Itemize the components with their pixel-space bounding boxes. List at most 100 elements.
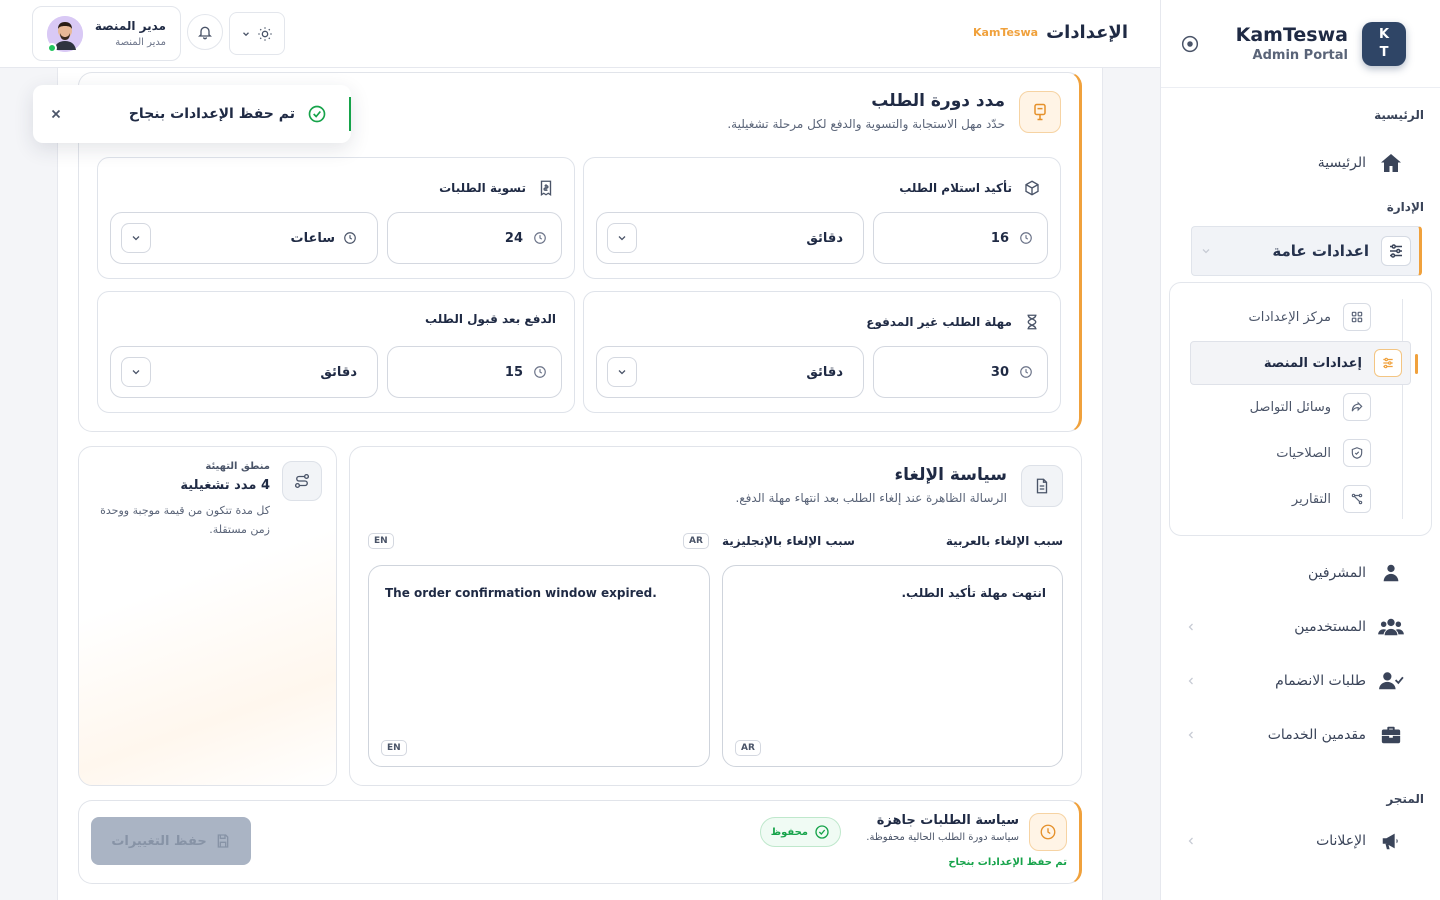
tile-label: الدفع بعد قبول الطلب xyxy=(425,312,556,326)
payment-value-input[interactable]: 15 xyxy=(387,346,562,398)
ar-reason-textarea[interactable]: انتهت مهلة تأكيد الطلب. AR xyxy=(722,565,1063,767)
sidebar-item-label: المستخدمين xyxy=(1294,619,1366,635)
chevron-down-icon[interactable] xyxy=(121,223,151,253)
confirm-unit-select[interactable]: دقائق xyxy=(596,212,864,264)
clock-icon xyxy=(1029,813,1067,851)
sidebar-item-general-settings[interactable]: اعدادات عامة xyxy=(1191,226,1422,276)
brand-subtitle: Admin Portal xyxy=(1252,48,1348,63)
section-subtitle: حدّد مهل الاستجابة والتسوية والدفع لكل م… xyxy=(727,117,1005,131)
unpaid-unit-select[interactable]: دقائق xyxy=(596,346,864,398)
user-menu[interactable]: مدير المنصة مدير المنصة xyxy=(32,6,181,61)
tile-payment-after-acceptance: الدفع بعد قبول الطلب 15 دقائق xyxy=(97,291,575,413)
payment-unit-select[interactable]: دقائق xyxy=(110,346,378,398)
target-icon[interactable] xyxy=(1179,33,1201,55)
config-logic-card: منطق التهيئة 4 مدد تشغيلية كل مدة تتكون … xyxy=(78,446,337,786)
sidebar-item-label: مقدمين الخدمات xyxy=(1267,727,1366,743)
sidebar-item-supervisors[interactable]: المشرفين xyxy=(1161,550,1440,596)
sidebar-item-label: الإعلانات xyxy=(1316,833,1366,849)
tile-label: تسوية الطلبات xyxy=(439,181,526,195)
settle-value-input[interactable]: 24 xyxy=(387,212,562,264)
brand-name: KamTeswa xyxy=(1235,24,1348,46)
chevron-left-icon xyxy=(1185,621,1197,633)
unpaid-value-input[interactable]: 30 xyxy=(873,346,1048,398)
sidebar-item-users[interactable]: المستخدمين xyxy=(1161,604,1440,650)
confirm-value-input[interactable]: 16 xyxy=(873,212,1048,264)
submenu-item-permissions[interactable]: الصلاحيات xyxy=(1190,431,1411,475)
cancellation-policy-card: سياسة الإلغاء الرسالة الظاهرة عند إلغاء … xyxy=(349,446,1082,786)
check-circle-icon xyxy=(814,824,830,840)
brand-logo[interactable]: K T xyxy=(1362,21,1406,66)
chevron-down-icon[interactable] xyxy=(121,357,151,387)
sidebar-item-ads[interactable]: الإعلانات xyxy=(1161,818,1440,864)
logic-value: 4 مدد تشغيلية xyxy=(180,478,270,493)
footer-title: سياسة الطلبات جاهزة xyxy=(876,813,1019,828)
settle-unit-select[interactable]: ساعات xyxy=(110,212,378,264)
brand-badge: KamTeswa xyxy=(973,26,1039,39)
close-icon[interactable] xyxy=(49,107,63,121)
clock-icon xyxy=(1019,365,1033,379)
check-circle-icon xyxy=(307,104,327,124)
submenu-label: الصلاحيات xyxy=(1276,445,1331,461)
tile-order-settlement: تسوية الطلبات 24 ساعات xyxy=(97,157,575,279)
theme-toggle-button[interactable] xyxy=(229,12,285,55)
section-title: مدد دورة الطلب xyxy=(871,91,1005,111)
user-name: مدير المنصة xyxy=(94,19,166,33)
route-icon xyxy=(282,461,322,501)
sidebar-item-home[interactable]: الرئيسية xyxy=(1161,140,1440,186)
logic-kicker: منطق التهيئة xyxy=(205,461,270,472)
bell-icon xyxy=(197,24,213,40)
chevron-down-icon[interactable] xyxy=(607,223,637,253)
ar-tag: AR xyxy=(735,740,761,756)
chevron-down-icon[interactable] xyxy=(607,357,637,387)
page-title: الإعدادات xyxy=(1046,22,1128,43)
box-check-icon xyxy=(1022,178,1042,198)
brand-header: K T KamTeswa Admin Portal xyxy=(1161,0,1440,88)
settings-submenu: مركز الإعدادات إعدادات المنصة وسائل التو… xyxy=(1169,282,1432,536)
submenu-item-settings-center[interactable]: مركز الإعدادات xyxy=(1190,295,1411,339)
reports-icon xyxy=(1343,485,1371,513)
sidebar-item-label: اعدادات عامة xyxy=(1272,242,1369,260)
shield-icon xyxy=(1343,439,1371,467)
sidebar-item-label: طلبات الانضمام xyxy=(1275,673,1366,689)
users-icon xyxy=(1378,614,1404,640)
notifications-button[interactable] xyxy=(187,14,223,50)
submenu-label: إعدادات المنصة xyxy=(1263,355,1362,371)
chevron-left-icon xyxy=(1185,675,1197,687)
sidebar-item-label: الرئيسية xyxy=(1317,155,1366,171)
clock-icon xyxy=(343,231,357,245)
ar-reason-label: سبب الإلغاء بالعربية xyxy=(945,534,1063,548)
save-changes-button[interactable]: حفظ التغييرات xyxy=(91,817,251,865)
briefcase-icon xyxy=(1378,722,1404,748)
chevron-down-icon xyxy=(241,29,251,39)
home-icon xyxy=(1378,150,1404,176)
save-success-text: تم حفظ الإعدادات بنجاح xyxy=(948,857,1067,868)
submenu-label: وسائل التواصل xyxy=(1249,399,1331,415)
toast-message: تم حفظ الإعدادات بنجاح xyxy=(128,106,295,122)
sidebar-item-label: المشرفين xyxy=(1307,565,1366,581)
sidebar-item-providers[interactable]: مقدمين الخدمات xyxy=(1161,712,1440,758)
chevron-left-icon xyxy=(1185,729,1197,741)
ar-tag: AR xyxy=(683,533,709,549)
status-badge: محفوظ xyxy=(759,817,841,847)
success-toast: تم حفظ الإعدادات بنجاح xyxy=(33,85,351,143)
online-status-dot xyxy=(47,42,57,53)
tile-unpaid-order-timeout: مهلة الطلب غير المدفوع 30 دقائق xyxy=(583,291,1061,413)
megaphone-icon xyxy=(1378,828,1404,854)
avatar[interactable] xyxy=(47,15,83,53)
section-subtitle: الرسالة الظاهرة عند إلغاء الطلب بعد انته… xyxy=(735,491,1007,505)
en-reason-label: سبب الإلغاء بالإنجليزية xyxy=(722,534,855,548)
sidebar-item-join-requests[interactable]: طلبات الانضمام xyxy=(1161,658,1440,704)
submenu-item-reports[interactable]: التقارير xyxy=(1190,477,1411,521)
en-reason-textarea[interactable]: The order confirmation window expired. E… xyxy=(368,565,710,767)
sun-icon xyxy=(257,26,273,42)
main-content: مدد دورة الطلب حدّد مهل الاستجابة والتسو… xyxy=(57,68,1103,900)
clock-icon xyxy=(533,365,547,379)
tile-label: مهلة الطلب غير المدفوع xyxy=(866,315,1012,329)
submenu-item-platform-settings[interactable]: إعدادات المنصة xyxy=(1190,341,1418,385)
chevron-down-icon xyxy=(1200,245,1212,257)
submenu-item-social[interactable]: وسائل التواصل xyxy=(1190,385,1411,429)
en-tag: EN xyxy=(368,533,394,549)
document-icon xyxy=(1021,465,1063,507)
clock-icon xyxy=(1019,231,1033,245)
nav-section-admin: الإدارة xyxy=(1386,200,1424,214)
